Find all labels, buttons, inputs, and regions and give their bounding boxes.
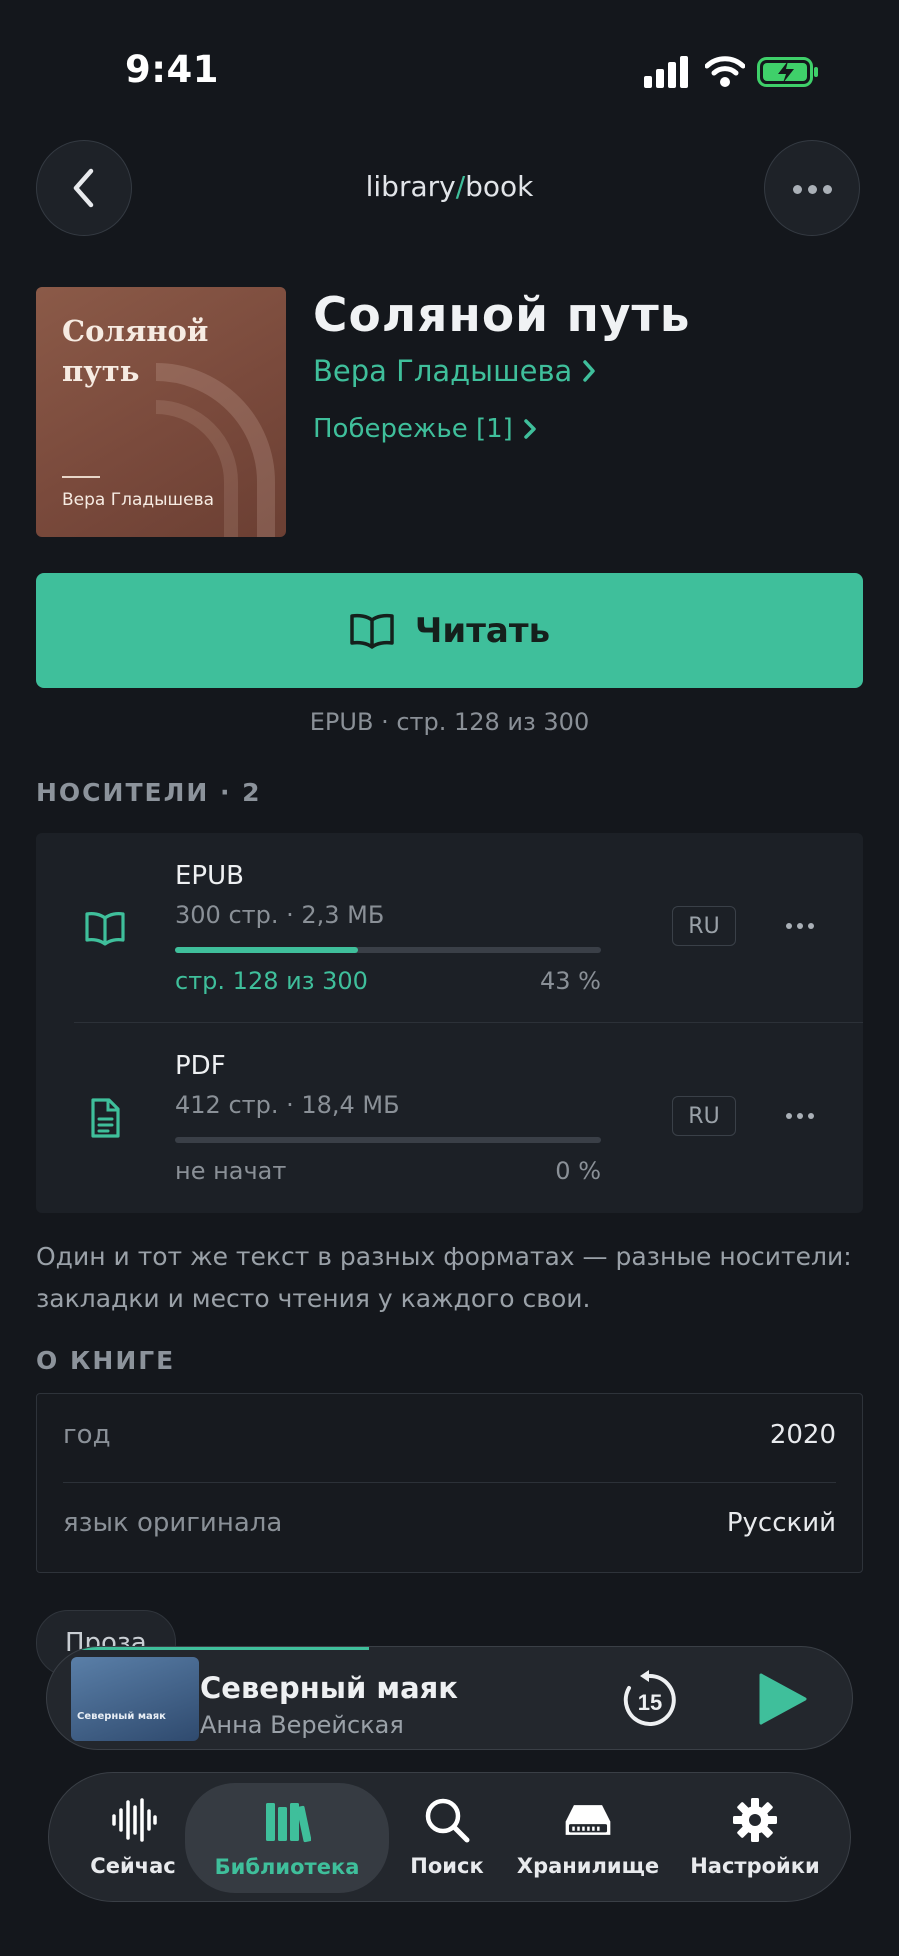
tab-library[interactable]: Библиотека [185,1783,389,1893]
storage-drive-icon [565,1805,611,1835]
cover-author: Вера Гладышева [62,490,215,510]
tab-label: Поиск [410,1854,484,1878]
carrier-progress-text: не начат [175,1157,287,1185]
tab-bar: Сейчас Библиотека Поиск Хранилище Настро… [48,1772,851,1902]
chevron-right-icon [524,419,536,439]
read-position-meta: EPUB · стр. 128 из 300 [309,708,590,736]
about-key: год [63,1420,111,1450]
battery-charging-icon [757,57,818,87]
player-cover: Северный маяк [71,1657,199,1741]
carrier-item-pdf[interactable]: PDF 412 стр. · 18,4 МБ не начат 0 % RU [36,1023,863,1213]
carrier-more-button[interactable] [780,1103,820,1129]
search-icon [425,1798,470,1843]
chevron-right-icon [583,360,596,382]
carrier-progress-bar [175,1137,601,1143]
ellipsis-icon [790,179,835,198]
gear-icon [733,1798,777,1842]
carrier-progress-text: стр. 128 из 300 [175,967,368,995]
author-link[interactable]: Вера Гладышева [313,354,596,388]
carrier-percent: 43 % [540,967,601,995]
book-open-icon [350,613,394,649]
document-icon [91,1098,120,1138]
read-button-label: Читать [414,610,551,651]
cover-title: Соляной путь [62,314,209,388]
cover-rule [62,476,100,478]
about-value: Русский [726,1508,836,1538]
more-options-button[interactable] [764,140,860,236]
read-button[interactable]: Читать [36,573,863,688]
carriers-note: Один и тот же текст в разных форматах — … [36,1242,852,1313]
tab-label: Хранилище [516,1854,660,1878]
carrier-meta: 412 стр. · 18,4 МБ [175,1091,400,1119]
waveform-icon [112,1798,157,1842]
cellular-signal-icon [644,56,688,88]
about-key: язык оригинала [63,1508,283,1538]
carrier-percent: 0 % [555,1157,601,1185]
tab-storage[interactable]: Хранилище [505,1773,671,1901]
play-icon[interactable] [753,1671,809,1727]
carrier-meta: 300 стр. · 2,3 МБ [175,901,385,929]
tab-now[interactable]: Сейчас [71,1773,195,1901]
player-title: Северный маяк [200,1671,458,1705]
carriers-heading: НОСИТЕЛИ · 2 [36,778,262,807]
carrier-progress-bar [175,947,601,953]
carrier-more-button[interactable] [780,913,820,939]
tab-settings[interactable]: Настройки [675,1773,835,1901]
carrier-item-epub[interactable]: EPUB 300 стр. · 2,3 МБ стр. 128 из 300 4… [36,833,863,1023]
wifi-icon [705,56,745,87]
about-heading: О КНИГЕ [36,1346,176,1375]
mini-player[interactable]: Северный маяк Северный маяк Анна Верейск… [46,1646,853,1750]
carrier-language-badge[interactable]: RU [672,906,736,946]
about-row-language: язык оригинала Русский [37,1482,862,1570]
breadcrumb-book: book [465,170,534,203]
status-time: 9:41 [125,48,220,91]
player-cover-title: Северный маяк [77,1711,166,1722]
about-table: год 2020 язык оригинала Русский [36,1393,863,1573]
book-cover: Соляной путь Вера Гладышева [36,287,286,537]
carrier-format: EPUB [175,861,244,891]
breadcrumb-separator: / [455,170,466,203]
series-link[interactable]: Побережье [1] [313,414,537,444]
player-progress-bar [47,1647,369,1650]
library-books-icon [266,1803,311,1843]
carrier-progress-fill [175,947,359,953]
about-value: 2020 [769,1420,836,1450]
player-artist: Анна Верейская [200,1711,404,1739]
tab-label: Настройки [690,1854,820,1878]
skip-back-15-icon[interactable]: 15 [619,1669,681,1731]
author-name: Вера Гладышева [313,354,573,388]
book-title: Соляной путь [313,288,691,343]
breadcrumb-library: library [365,170,456,203]
tab-label: Сейчас [90,1854,176,1878]
carriers-list: EPUB 300 стр. · 2,3 МБ стр. 128 из 300 4… [36,833,863,1213]
tab-search[interactable]: Поиск [389,1773,505,1901]
series-name: Побережье [1] [313,414,513,444]
about-row-year: год 2020 [37,1394,862,1482]
book-open-icon [85,912,125,946]
skip-seconds: 15 [638,1690,662,1715]
tab-label: Библиотека [214,1855,360,1879]
carrier-format: PDF [175,1051,226,1081]
carrier-language-badge[interactable]: RU [672,1096,736,1136]
